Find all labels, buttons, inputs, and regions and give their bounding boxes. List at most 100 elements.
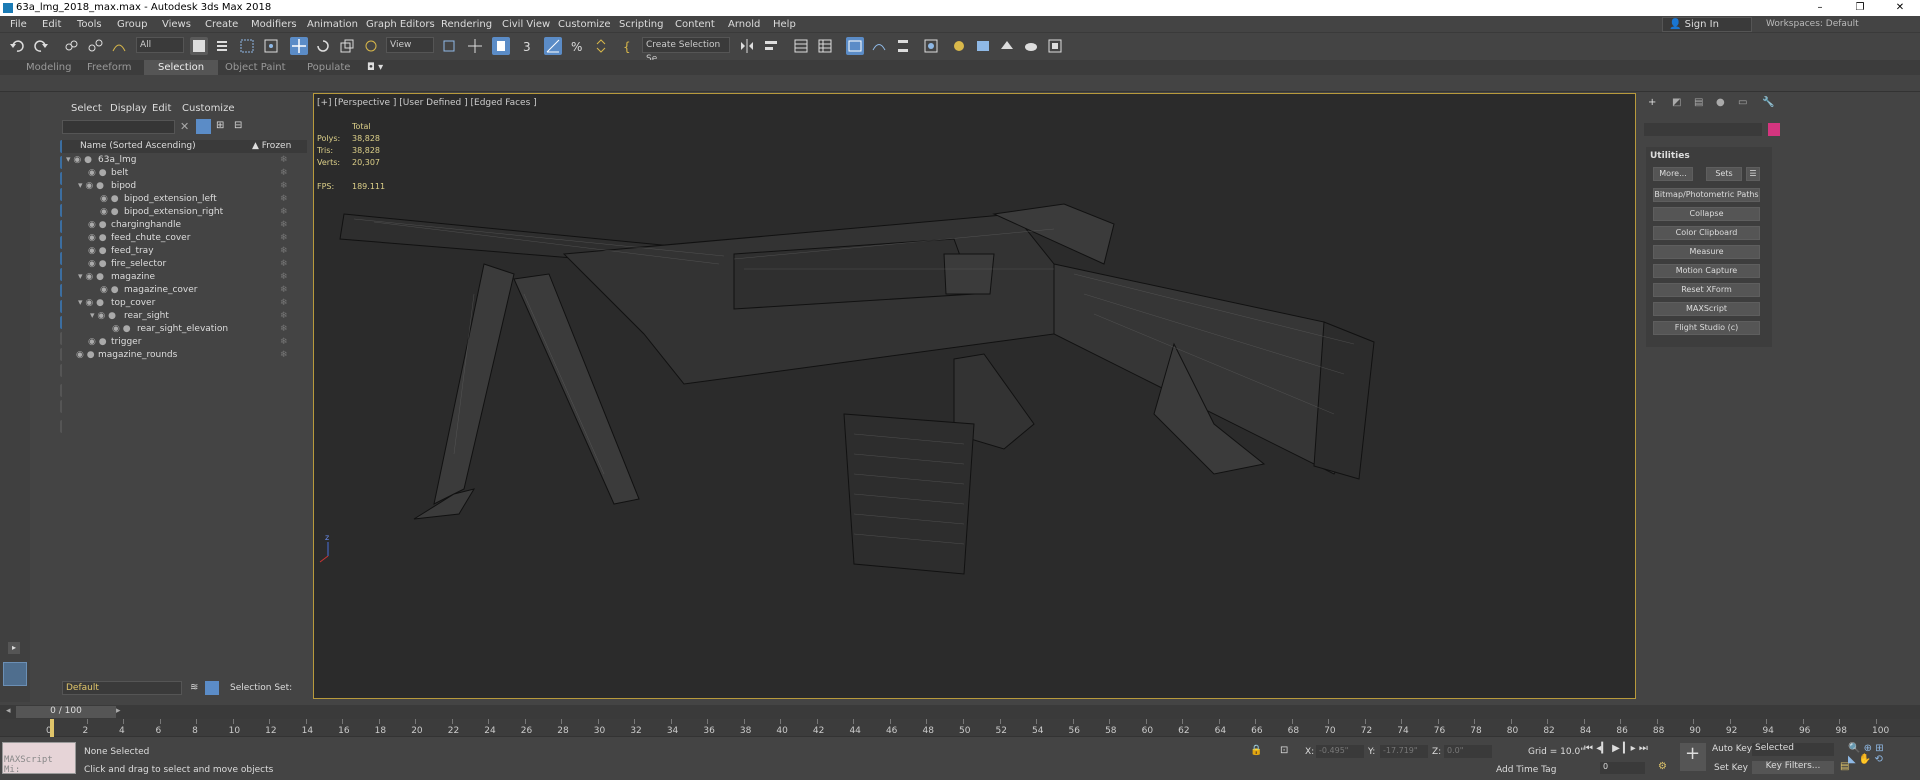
menu-arnold[interactable]: Arnold bbox=[728, 19, 760, 30]
freeze-icon[interactable]: ❄ bbox=[280, 167, 288, 180]
current-frame-input[interactable]: 0 bbox=[1600, 762, 1645, 774]
explorer-menu-edit[interactable]: Edit bbox=[152, 103, 171, 114]
tab-freeform[interactable]: Freeform bbox=[87, 62, 132, 73]
display-tab-icon[interactable]: ▭ bbox=[1738, 97, 1747, 108]
tree-row[interactable]: ◉ ● charginghandle ❄ bbox=[62, 219, 307, 232]
schematic-view-icon[interactable] bbox=[894, 37, 912, 55]
expand-arrow-icon[interactable]: ▸ bbox=[8, 642, 20, 654]
freeze-icon[interactable]: ❄ bbox=[280, 349, 288, 362]
keyboard-shortcut-override-icon[interactable] bbox=[492, 37, 510, 55]
tree-row[interactable]: ◉ ● bipod_extension_left ❄ bbox=[62, 193, 307, 206]
sets-button[interactable]: Sets bbox=[1706, 167, 1742, 181]
flight-studio-button[interactable]: Flight Studio (c) bbox=[1653, 321, 1760, 335]
tree-row[interactable]: ◉ ● fire_selector ❄ bbox=[62, 258, 307, 271]
snaps-toggle-icon[interactable]: 3 bbox=[520, 37, 538, 55]
scale-icon[interactable] bbox=[338, 37, 356, 55]
ribbon-options-icon[interactable]: ◘ ▾ bbox=[367, 62, 383, 73]
close-button[interactable]: ✕ bbox=[1880, 0, 1920, 16]
menu-group[interactable]: Group bbox=[117, 19, 147, 30]
more-button[interactable]: More... bbox=[1653, 167, 1693, 181]
explorer-search-input[interactable] bbox=[62, 120, 175, 134]
go-to-end-icon[interactable]: ⏭ bbox=[1639, 743, 1648, 754]
menu-help[interactable]: Help bbox=[773, 19, 796, 30]
tree-row[interactable]: ◉ ● belt ❄ bbox=[62, 167, 307, 180]
motion-capture-button[interactable]: Motion Capture bbox=[1653, 264, 1760, 278]
absolute-mode-icon[interactable]: ⊡ bbox=[1280, 745, 1288, 756]
layer-options-icon[interactable]: ≋ bbox=[190, 682, 198, 693]
time-config-icon[interactable]: ⚙ bbox=[1658, 761, 1667, 772]
zoom-icon[interactable]: 🔍 bbox=[1848, 743, 1860, 754]
angle-snap-icon[interactable] bbox=[544, 37, 562, 55]
freeze-icon[interactable]: ❄ bbox=[280, 219, 288, 232]
zoom-extents-icon[interactable]: ⊞ bbox=[1875, 743, 1883, 754]
align-icon[interactable] bbox=[762, 37, 780, 55]
tab-modeling[interactable]: Modeling bbox=[26, 62, 72, 73]
tree-row[interactable]: ◉ ● bipod_extension_right ❄ bbox=[62, 206, 307, 219]
menu-views[interactable]: Views bbox=[162, 19, 191, 30]
minimize-button[interactable]: – bbox=[1800, 0, 1840, 16]
explorer-column-header[interactable]: Name (Sorted Ascending) ▲ Frozen bbox=[62, 140, 307, 153]
tree-row[interactable]: ◉ ● rear_sight_elevation ❄ bbox=[62, 323, 307, 336]
go-to-start-icon[interactable]: ⏮ bbox=[1584, 743, 1593, 754]
freeze-icon[interactable]: ❄ bbox=[280, 297, 288, 310]
pan-icon[interactable]: ✋ bbox=[1859, 754, 1871, 765]
freeze-icon[interactable]: ❄ bbox=[280, 310, 288, 323]
menu-animation[interactable]: Animation bbox=[307, 19, 358, 30]
perspective-viewport[interactable]: z bbox=[313, 93, 1636, 699]
tab-object-paint[interactable]: Object Paint bbox=[225, 62, 286, 73]
set-key-button[interactable]: Set Key bbox=[1714, 763, 1748, 773]
freeze-icon[interactable]: ❄ bbox=[280, 271, 288, 284]
menu-tools[interactable]: Tools bbox=[77, 19, 102, 30]
tree-row[interactable]: ◉ ● trigger ❄ bbox=[62, 336, 307, 349]
menu-scripting[interactable]: Scripting bbox=[619, 19, 663, 30]
mirror-icon[interactable] bbox=[738, 37, 756, 55]
previous-frame-icon[interactable]: ◂▎ bbox=[1596, 743, 1609, 754]
tree-row[interactable]: ▾ ◉ ● magazine ❄ bbox=[62, 271, 307, 284]
hierarchy-icon[interactable]: ⊞ bbox=[216, 120, 224, 131]
freeze-icon[interactable]: ❄ bbox=[280, 323, 288, 336]
freeze-icon[interactable]: ❄ bbox=[280, 245, 288, 258]
modify-tab-icon[interactable]: ◩ bbox=[1672, 97, 1681, 108]
motion-tab-icon[interactable]: ● bbox=[1716, 97, 1725, 108]
create-tab-icon[interactable]: + bbox=[1648, 97, 1656, 108]
select-manipulate-icon[interactable] bbox=[466, 37, 484, 55]
toggle-scene-explorer-icon[interactable] bbox=[792, 37, 810, 55]
menu-edit[interactable]: Edit bbox=[42, 19, 61, 30]
undo-icon[interactable] bbox=[8, 37, 26, 55]
tab-populate[interactable]: Populate bbox=[307, 62, 350, 73]
explorer-menu-customize[interactable]: Customize bbox=[182, 103, 235, 114]
workspaces-dropdown[interactable]: Workspaces: Default bbox=[1766, 19, 1859, 29]
maxscript-listener[interactable]: MAXScript Mi: bbox=[2, 742, 76, 775]
toggle-layer-explorer-icon[interactable] bbox=[816, 37, 834, 55]
field-of-view-icon[interactable]: ◣ bbox=[1848, 754, 1856, 765]
named-selection-sets-dropdown[interactable]: Create Selection Se bbox=[642, 37, 730, 64]
filter-toggle-icon[interactable] bbox=[196, 119, 211, 134]
bitmap-photometric-paths-button[interactable]: Bitmap/Photometric Paths bbox=[1653, 188, 1760, 202]
color-clipboard-button[interactable]: Color Clipboard bbox=[1653, 226, 1760, 240]
edit-named-selection-icon[interactable]: { bbox=[620, 37, 638, 55]
link-icon[interactable] bbox=[62, 37, 80, 55]
tree-row[interactable]: ▾ ◉ ● 63a_lmg ❄ bbox=[62, 154, 307, 167]
tree-row[interactable]: ▾ ◉ ● rear_sight ❄ bbox=[62, 310, 307, 323]
render-production-icon[interactable] bbox=[998, 37, 1016, 55]
name-column-header[interactable]: Name (Sorted Ascending) bbox=[80, 140, 196, 153]
current-layer-dropdown[interactable]: Default bbox=[62, 681, 182, 695]
object-color-swatch[interactable] bbox=[1768, 123, 1780, 136]
time-cursor[interactable] bbox=[50, 719, 54, 737]
tree-row[interactable]: ◉ ● magazine_cover ❄ bbox=[62, 284, 307, 297]
bind-spacewarp-icon[interactable] bbox=[110, 37, 128, 55]
maximize-button[interactable]: ❐ bbox=[1840, 0, 1880, 16]
configure-sets-icon[interactable]: ☰ bbox=[1746, 167, 1760, 181]
redo-icon[interactable] bbox=[32, 37, 50, 55]
select-by-name-icon[interactable] bbox=[214, 37, 232, 55]
explorer-menu-display[interactable]: Display bbox=[110, 103, 147, 114]
key-selection-dropdown[interactable]: Selected bbox=[1752, 743, 1834, 756]
rendered-frame-window-icon[interactable] bbox=[974, 37, 992, 55]
explorer-menu-select[interactable]: Select bbox=[71, 103, 102, 114]
freeze-icon[interactable]: ❄ bbox=[280, 336, 288, 349]
render-setup-icon[interactable] bbox=[950, 37, 968, 55]
freeze-icon[interactable]: ❄ bbox=[280, 258, 288, 271]
time-slider-next-icon[interactable]: ▸ bbox=[116, 706, 121, 716]
track-bar[interactable]: 0 2 4 6 8 10 12 14 16 18 20 22 24 26 28 30 32 34 36 38 40 42 4… bbox=[0, 719, 1920, 737]
utilities-title[interactable]: Utilities bbox=[1650, 151, 1690, 161]
